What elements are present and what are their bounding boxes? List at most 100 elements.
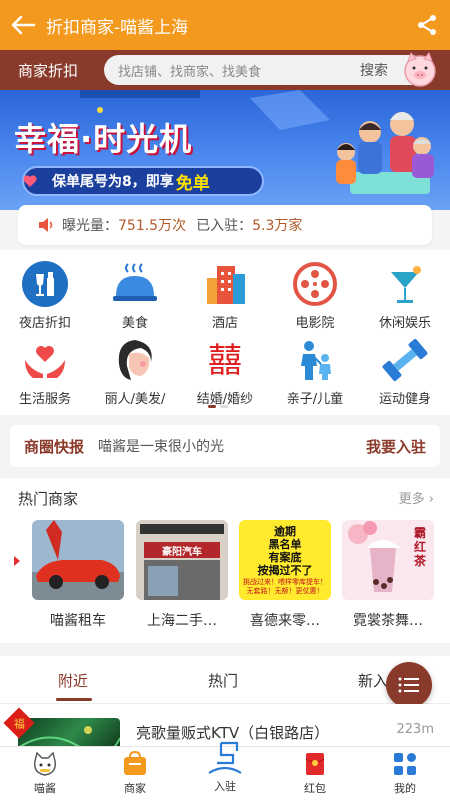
scroll-left-indicator bbox=[14, 556, 20, 566]
double-happiness-icon: 囍 bbox=[208, 341, 242, 381]
badge-text: 福 bbox=[13, 717, 25, 730]
news-tag: 商圈快报 bbox=[24, 437, 85, 456]
nav-join[interactable]: 入驻 bbox=[190, 741, 260, 793]
category-nightclub[interactable]: 夜店折扣 bbox=[0, 260, 90, 336]
merchant-label: 喜德来零… bbox=[250, 613, 320, 629]
joined-label: 已入驻： bbox=[196, 218, 253, 234]
bottom-nav: 喵酱 商家 入驻 红包 我的 bbox=[0, 741, 450, 800]
category-hotel[interactable]: 酒店 bbox=[180, 260, 270, 336]
cat-face-icon bbox=[34, 751, 56, 776]
category-label: 丽人/美发/ bbox=[104, 392, 166, 407]
nav-merchants[interactable]: 商家 bbox=[100, 751, 170, 800]
red-envelope-icon bbox=[305, 753, 325, 775]
nav-label: 商家 bbox=[124, 782, 146, 795]
search-bar: 商家折扣 找店铺、找商家、找美食 搜索 bbox=[0, 50, 450, 90]
more-link[interactable]: 更多 › bbox=[399, 488, 434, 507]
nav-red-envelope[interactable]: 红包 bbox=[280, 751, 350, 800]
join-merchant-button[interactable]: 我要入驻 bbox=[366, 436, 440, 457]
shop-bag-icon bbox=[124, 751, 146, 775]
speaker-icon bbox=[39, 218, 53, 232]
loan-poster-footer: 挑战过来！喂样零库提车！无套路！无额！更仗惠！ bbox=[243, 578, 327, 595]
tab-bar: 附近 热门 新入 bbox=[0, 656, 450, 704]
loan-poster-line: 按揭过不了 bbox=[257, 564, 313, 577]
food-cloche-icon bbox=[113, 263, 157, 301]
merchant-card-used-car[interactable]: 豪阳汽车 bbox=[136, 520, 228, 600]
category-label: 电影院 bbox=[295, 316, 335, 331]
merchant-label: 霓裳茶舞… bbox=[353, 613, 423, 629]
share-button[interactable] bbox=[404, 0, 450, 50]
nav-label: 喵酱 bbox=[34, 782, 56, 795]
exposure-value: 751.5万次 bbox=[118, 218, 187, 234]
merchant-card-tea[interactable]: 霸红茶 bbox=[342, 520, 434, 600]
cocktail-icon bbox=[391, 266, 421, 303]
category-label: 生活服务 bbox=[18, 392, 71, 407]
category-pager bbox=[208, 405, 228, 408]
join-icon bbox=[208, 741, 242, 774]
nightclub-icon bbox=[22, 261, 68, 307]
app-screen: 折扣商家-喵酱上海 商家折扣 找店铺、找商家、找美食 搜索 幸福·时光机 保单尾… bbox=[0, 0, 450, 800]
category-leisure[interactable]: 休闲娱乐 bbox=[360, 260, 450, 336]
category-label: 美食 bbox=[121, 316, 148, 331]
category-wedding[interactable]: 囍 结婚/婚纱 bbox=[180, 336, 270, 412]
family-illustration bbox=[336, 112, 434, 194]
hotel-building-icon bbox=[207, 266, 245, 304]
tab-nearby[interactable]: 附近 bbox=[58, 670, 88, 691]
nav-label: 入驻 bbox=[214, 780, 236, 793]
merchant-card-loan[interactable]: 逾期 黑名单 有案底 按揭过不了 挑战过来！喂样零库提车！无套路！无额！更仗惠！ bbox=[239, 520, 331, 600]
tab-new[interactable]: 新入 bbox=[358, 670, 388, 691]
nav-home[interactable]: 喵酱 bbox=[10, 751, 80, 800]
list-item[interactable]: 福 亮歌量贩式KTV（白银路店） 223m bbox=[0, 704, 450, 758]
banner-subtitle: 保单尾号为8，即享 bbox=[52, 174, 174, 190]
heart-icon bbox=[23, 175, 37, 187]
pager-dot bbox=[220, 405, 228, 408]
profile-grid-icon bbox=[394, 753, 416, 775]
joined-value: 5.3万家 bbox=[252, 218, 303, 234]
category-fitness[interactable]: 运动健身 bbox=[360, 336, 450, 412]
hands-heart-icon bbox=[25, 346, 65, 378]
tab-popular[interactable]: 热门 bbox=[208, 670, 238, 691]
nav-label: 我的 bbox=[394, 782, 416, 795]
pager-dot-active bbox=[208, 405, 216, 408]
merchant-label: 喵酱租车 bbox=[50, 613, 106, 629]
category-cinema[interactable]: 电影院 bbox=[270, 260, 360, 336]
distance-label: 223m bbox=[396, 722, 434, 737]
merchant-name: 亮歌量贩式KTV（白银路店） bbox=[136, 724, 330, 742]
category-parent-child[interactable]: 亲子/儿童 bbox=[270, 336, 360, 412]
category-beauty[interactable]: 丽人/美发/ bbox=[90, 336, 180, 412]
stats-card: 曝光量： 751.5万次 已入驻： 5.3万家 bbox=[18, 205, 432, 245]
exposure-label: 曝光量： bbox=[62, 218, 118, 234]
parent-child-icon bbox=[301, 341, 331, 380]
share-icon bbox=[418, 15, 436, 35]
pig-mascot-icon bbox=[404, 52, 436, 87]
promo-banner[interactable]: 幸福·时光机 保单尾号为8，即享 免单 bbox=[0, 90, 450, 210]
category-food[interactable]: 美食 bbox=[90, 260, 180, 336]
category-label: 休闲娱乐 bbox=[378, 316, 431, 331]
nav-profile[interactable]: 我的 bbox=[370, 751, 440, 800]
banner-highlight: 免单 bbox=[175, 173, 210, 194]
dumbbell-icon bbox=[382, 339, 428, 381]
red-sports-car-image bbox=[32, 520, 124, 600]
active-tab-indicator bbox=[56, 698, 92, 701]
back-button[interactable] bbox=[0, 0, 46, 50]
search-placeholder: 找店铺、找商家、找美食 bbox=[118, 64, 262, 80]
loan-poster-line: 逾期 bbox=[274, 525, 296, 538]
banner-pill: 保单尾号为8，即享 免单 bbox=[22, 166, 264, 196]
beauty-face-icon bbox=[118, 340, 152, 380]
news-text[interactable]: 喵酱是一束很小的光 bbox=[98, 436, 366, 456]
page-title: 折扣商家-喵酱上海 bbox=[46, 17, 189, 38]
loan-poster-line: 有案底 bbox=[268, 551, 302, 564]
category-life-service[interactable]: 生活服务 bbox=[0, 336, 90, 412]
category-label: 运动健身 bbox=[378, 392, 431, 407]
search-input[interactable]: 找店铺、找商家、找美食 搜索 bbox=[104, 52, 436, 87]
hot-merchants-section: 热门商家 更多 › 喵酱租车 豪阳汽车 上海二手… 逾期 黑名单 有案底 按揭过… bbox=[0, 478, 450, 643]
storefront-image bbox=[136, 520, 228, 600]
menu-fab[interactable] bbox=[386, 662, 432, 708]
section-title: 热门商家 bbox=[18, 490, 79, 508]
category-label: 亲子/儿童 bbox=[286, 392, 344, 407]
merchant-card-car-rental[interactable] bbox=[32, 520, 124, 600]
category-label: 酒店 bbox=[211, 316, 238, 331]
storefront-sign: 豪阳汽车 bbox=[162, 546, 202, 558]
merchant-label: 上海二手… bbox=[147, 613, 217, 629]
svg-text:囍: 囍 bbox=[208, 341, 242, 381]
category-grid: 夜店折扣 美食 酒店 电影院 休闲娱乐 生活服务 丽人/美发/ 囍 结婚/婚纱 … bbox=[0, 250, 450, 415]
